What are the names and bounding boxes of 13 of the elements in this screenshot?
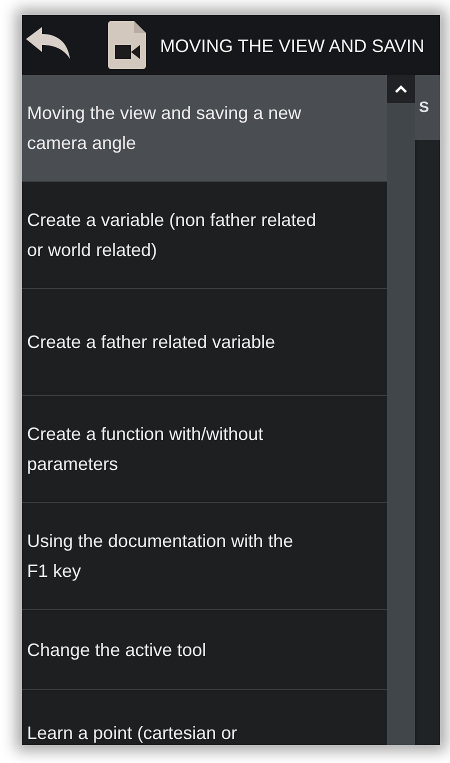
caret-up-icon (395, 85, 407, 93)
scrollbar[interactable] (387, 75, 415, 745)
lesson-title: MOVING THE VIEW AND SAVIN (160, 34, 424, 56)
lesson-item[interactable]: Create a function with/without parameters (22, 396, 387, 503)
lesson-item[interactable]: Change the active tool (22, 610, 387, 690)
lesson-item[interactable]: Using the documentation with the F1 key (22, 503, 387, 610)
scroll-up-button[interactable] (387, 75, 415, 103)
content-heading: S (418, 99, 430, 116)
video-file-icon (108, 21, 148, 69)
lesson-item[interactable]: Moving the view and saving a new camera angle (22, 75, 387, 182)
lesson-item[interactable]: Learn a point (cartesian or (22, 690, 387, 745)
lesson-item[interactable]: Create a father related variable (22, 289, 387, 396)
lesson-item[interactable]: Create a variable (non father related or world related) (22, 182, 387, 289)
